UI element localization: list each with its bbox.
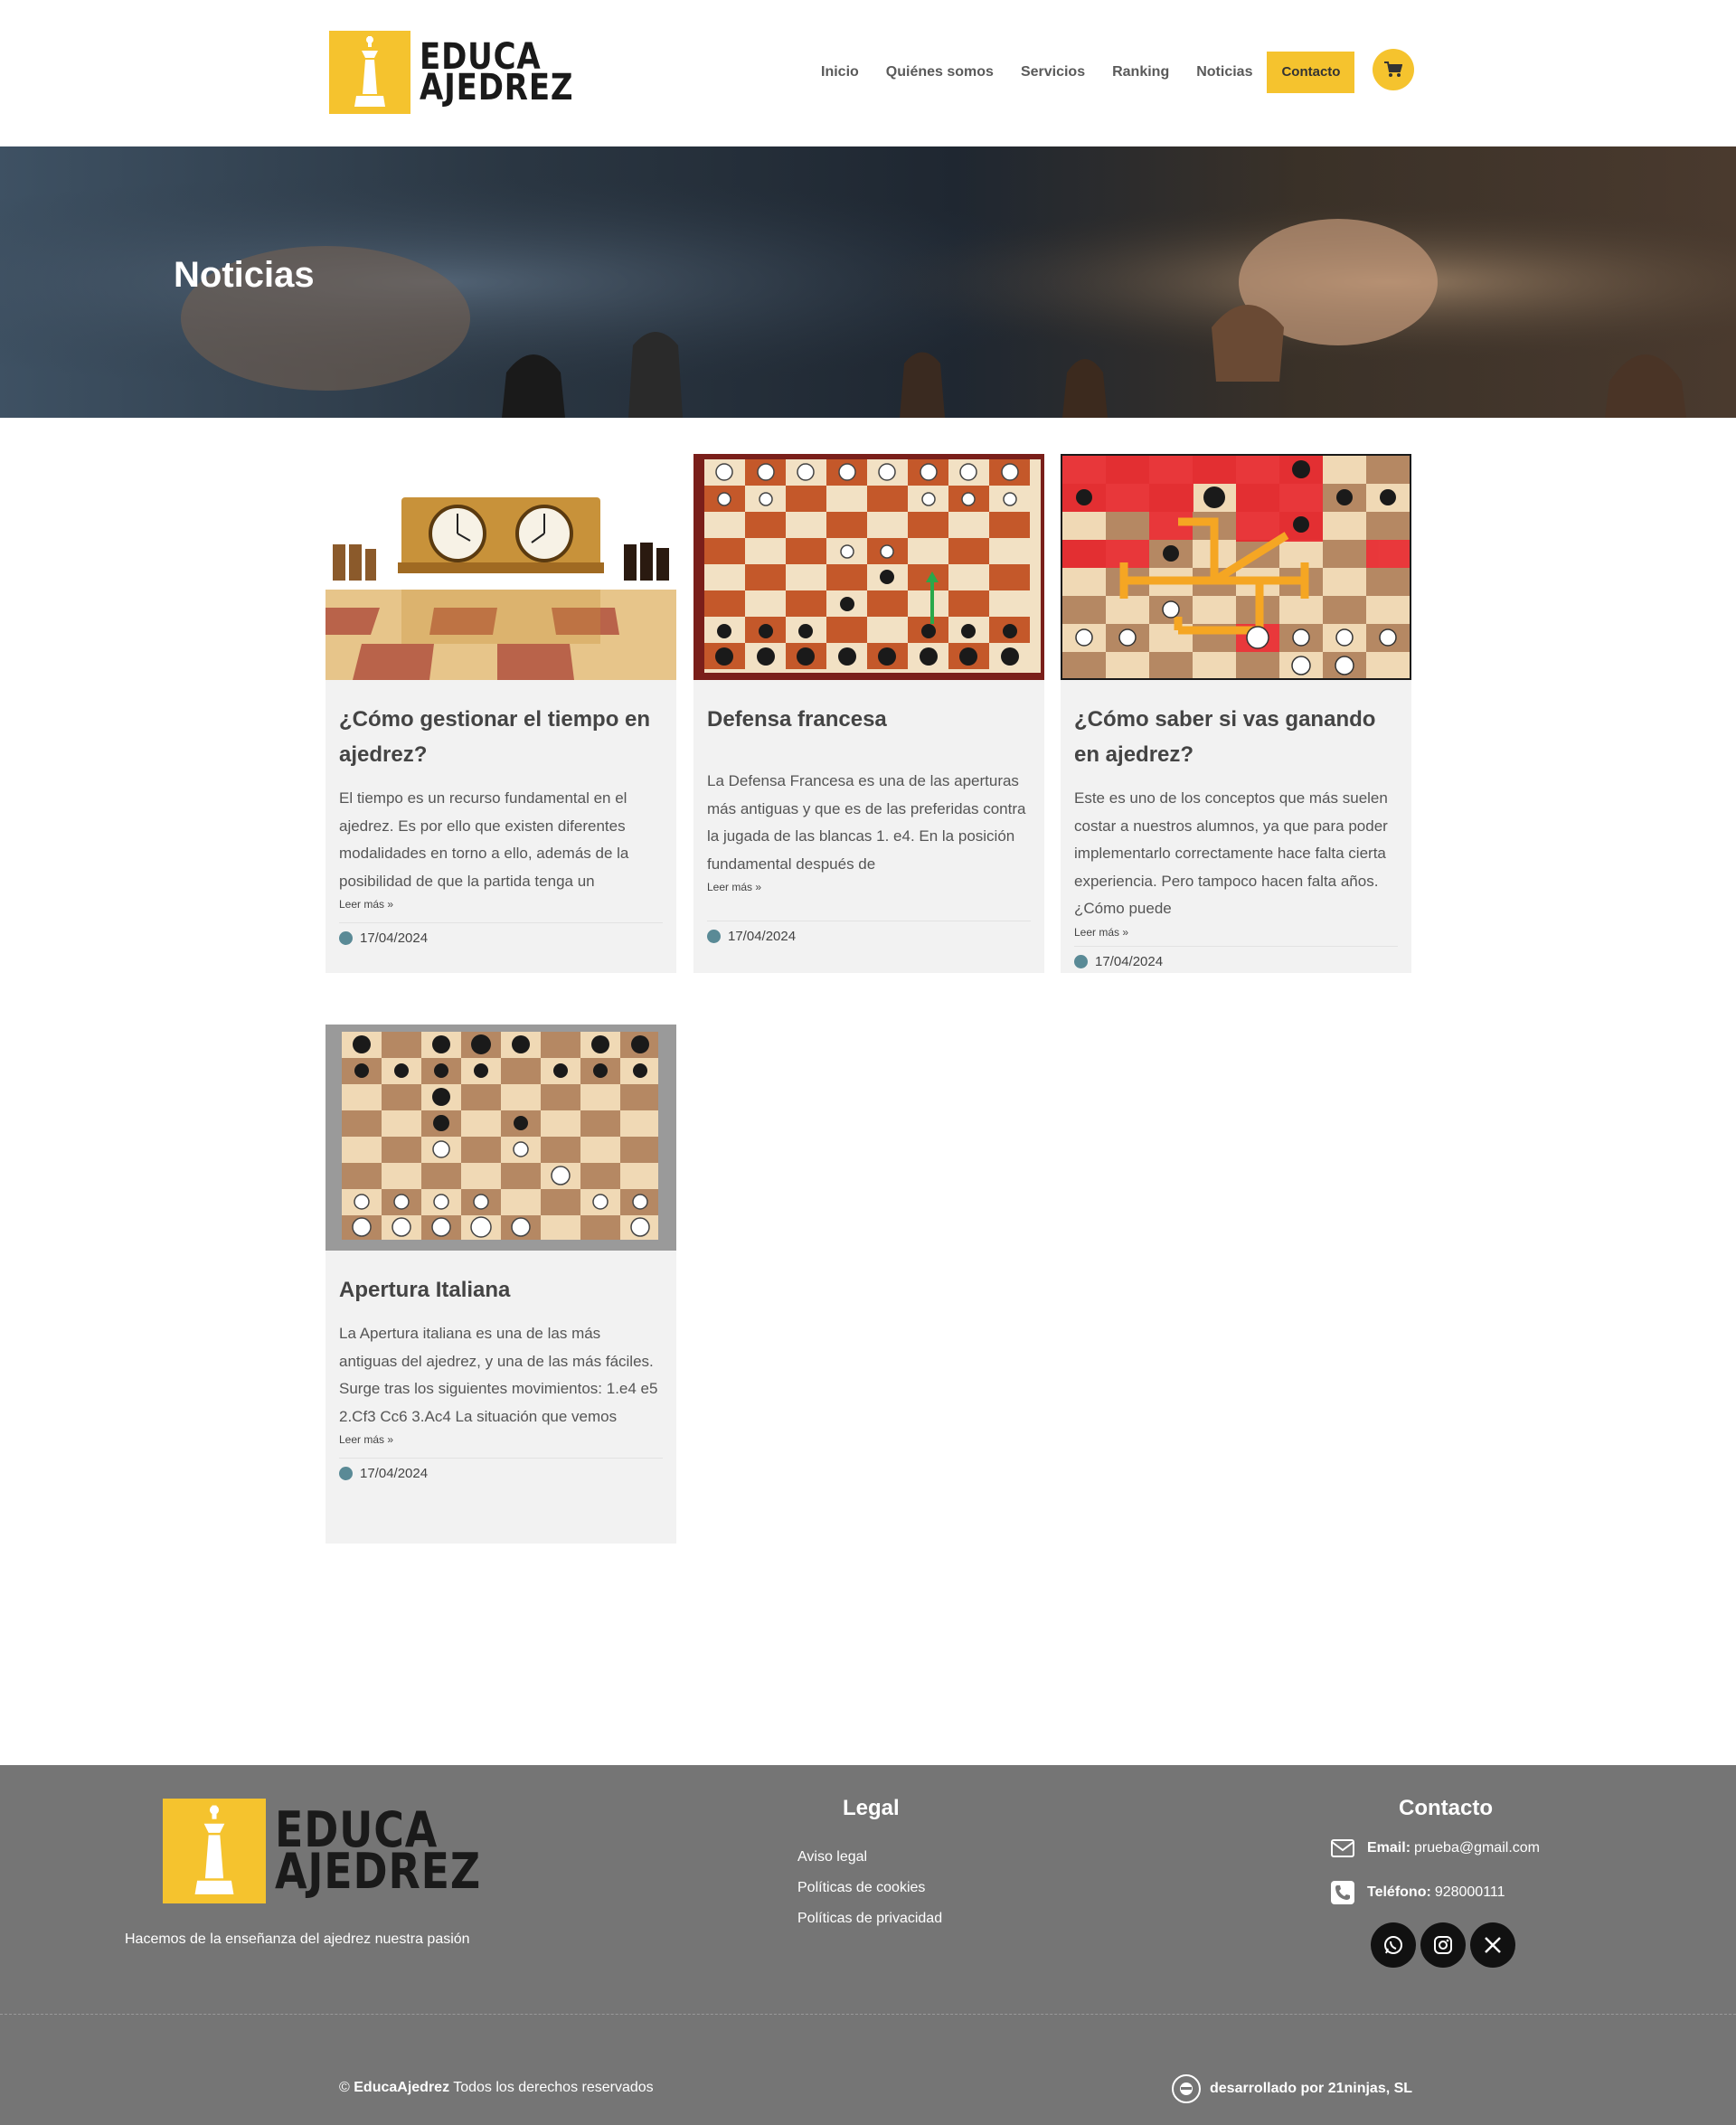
- logo-text-line2: AJEDREZ: [420, 67, 574, 109]
- footer-link-cookies[interactable]: Políticas de cookies: [797, 1880, 925, 1896]
- clock-icon: [339, 931, 353, 945]
- phone-link[interactable]: 928000111: [1435, 1884, 1505, 1901]
- footer-link-privacidad[interactable]: Políticas de privacidad: [797, 1911, 942, 1927]
- main-nav: Inicio Quiénes somos Servicios Ranking N…: [821, 49, 1415, 93]
- footer-tagline: Hacemos de la enseñanza del ajedrez nues…: [125, 1931, 470, 1947]
- footer-legal-heading: Legal: [843, 1796, 900, 1820]
- clock-icon: [707, 930, 721, 943]
- post-thumbnail-knight-moves[interactable]: [1061, 454, 1411, 680]
- footer-logo-line2: AJEDREZ: [275, 1843, 481, 1900]
- cart-button[interactable]: [1373, 49, 1415, 90]
- post-title[interactable]: ¿Cómo saber si vas ganando en ajedrez?: [1074, 702, 1398, 772]
- instagram-button[interactable]: [1420, 1922, 1466, 1968]
- post-card: ¿Cómo gestionar el tiempo en ajedrez? El…: [326, 454, 676, 973]
- read-more-link[interactable]: Leer más »: [1074, 926, 1398, 939]
- post-date: 17/04/2024: [728, 929, 797, 944]
- whatsapp-icon: [1384, 1936, 1402, 1954]
- post-title[interactable]: Apertura Italiana: [339, 1272, 663, 1308]
- post-excerpt: La Defensa Francesa es una de las apertu…: [707, 772, 1026, 873]
- copyright-text: Todos los derechos reservados: [453, 2080, 654, 2095]
- post-date: 17/04/2024: [360, 930, 429, 946]
- hero-banner: Noticias: [0, 146, 1736, 418]
- copyright: © EducaAjedrez Todos los derechos reserv…: [339, 2080, 654, 2096]
- footer-divider: [0, 2014, 1736, 2015]
- nav-contacto-button[interactable]: Contacto: [1267, 52, 1355, 93]
- chess-queen-logo-icon: [163, 1799, 266, 1903]
- post-date: 17/04/2024: [1095, 953, 1164, 969]
- post-card: Apertura Italiana La Apertura italiana e…: [326, 1025, 676, 1544]
- post-meta: 17/04/2024: [707, 921, 1031, 955]
- post-thumbnail-chess-clock[interactable]: [326, 454, 676, 680]
- read-more-link[interactable]: Leer más »: [339, 898, 663, 911]
- post-date: 17/04/2024: [360, 1466, 429, 1481]
- nav-noticias[interactable]: Noticias: [1196, 52, 1252, 93]
- post-card: ¿Cómo saber si vas ganando en ajedrez? E…: [1061, 454, 1411, 973]
- read-more-link[interactable]: Leer más »: [707, 881, 1031, 893]
- clock-icon: [339, 1467, 353, 1480]
- email-link[interactable]: prueba@gmail.com: [1414, 1840, 1540, 1856]
- nav-quienes-somos[interactable]: Quiénes somos: [886, 52, 994, 93]
- developer-text: desarrollado por 21ninjas, SL: [1210, 2081, 1413, 2096]
- ninja-icon: [1172, 2074, 1201, 2103]
- post-card: Defensa francesa La Defensa Francesa es …: [693, 454, 1044, 973]
- cart-icon: [1384, 61, 1403, 77]
- copyright-symbol: ©: [339, 2080, 350, 2095]
- post-excerpt: El tiempo es un recurso fundamental en e…: [339, 789, 629, 890]
- footer-phone: Teléfono: 928000111: [1331, 1881, 1505, 1904]
- post-meta: 17/04/2024: [339, 922, 663, 957]
- post-meta: 17/04/2024: [339, 1458, 663, 1492]
- page-title: Noticias: [174, 255, 315, 295]
- clock-icon: [1074, 954, 1088, 968]
- x-twitter-button[interactable]: [1470, 1922, 1515, 1968]
- x-icon: [1485, 1937, 1501, 1953]
- post-excerpt: Este es uno de los conceptos que más sue…: [1074, 789, 1388, 917]
- site-footer: EDUCA AJEDREZ Hacemos de la enseñanza de…: [0, 1765, 1736, 2125]
- read-more-link[interactable]: Leer más »: [339, 1433, 663, 1446]
- post-title[interactable]: ¿Cómo gestionar el tiempo en ajedrez?: [339, 702, 663, 772]
- developer-credit[interactable]: desarrollado por 21ninjas, SL: [1172, 2074, 1412, 2103]
- footer-link-aviso-legal[interactable]: Aviso legal: [797, 1849, 867, 1865]
- nav-ranking[interactable]: Ranking: [1112, 52, 1169, 93]
- post-thumbnail-italian-opening[interactable]: [326, 1025, 676, 1251]
- nav-servicios[interactable]: Servicios: [1021, 52, 1085, 93]
- whatsapp-button[interactable]: [1371, 1922, 1416, 1968]
- post-meta: 17/04/2024: [1074, 945, 1398, 980]
- site-header: EDUCA AJEDREZ Inicio Quiénes somos Servi…: [0, 0, 1736, 146]
- instagram-icon: [1434, 1936, 1452, 1954]
- chess-queen-logo-icon: [329, 31, 410, 114]
- email-label: Email:: [1367, 1840, 1411, 1856]
- post-title[interactable]: Defensa francesa: [707, 702, 1031, 737]
- footer-email: Email: prueba@gmail.com: [1331, 1839, 1540, 1857]
- nav-inicio[interactable]: Inicio: [821, 52, 859, 93]
- footer-logo[interactable]: EDUCA AJEDREZ: [163, 1799, 517, 1903]
- post-excerpt: La Apertura italiana es una de las más a…: [339, 1325, 658, 1425]
- footer-contact-heading: Contacto: [1399, 1796, 1493, 1820]
- phone-icon: [1331, 1881, 1354, 1904]
- copyright-brand[interactable]: EducaAjedrez: [354, 2080, 449, 2095]
- phone-label: Teléfono:: [1367, 1884, 1431, 1900]
- envelope-icon: [1331, 1839, 1354, 1857]
- site-logo[interactable]: EDUCA AJEDREZ: [329, 31, 601, 114]
- post-thumbnail-chess-board[interactable]: [693, 454, 1044, 680]
